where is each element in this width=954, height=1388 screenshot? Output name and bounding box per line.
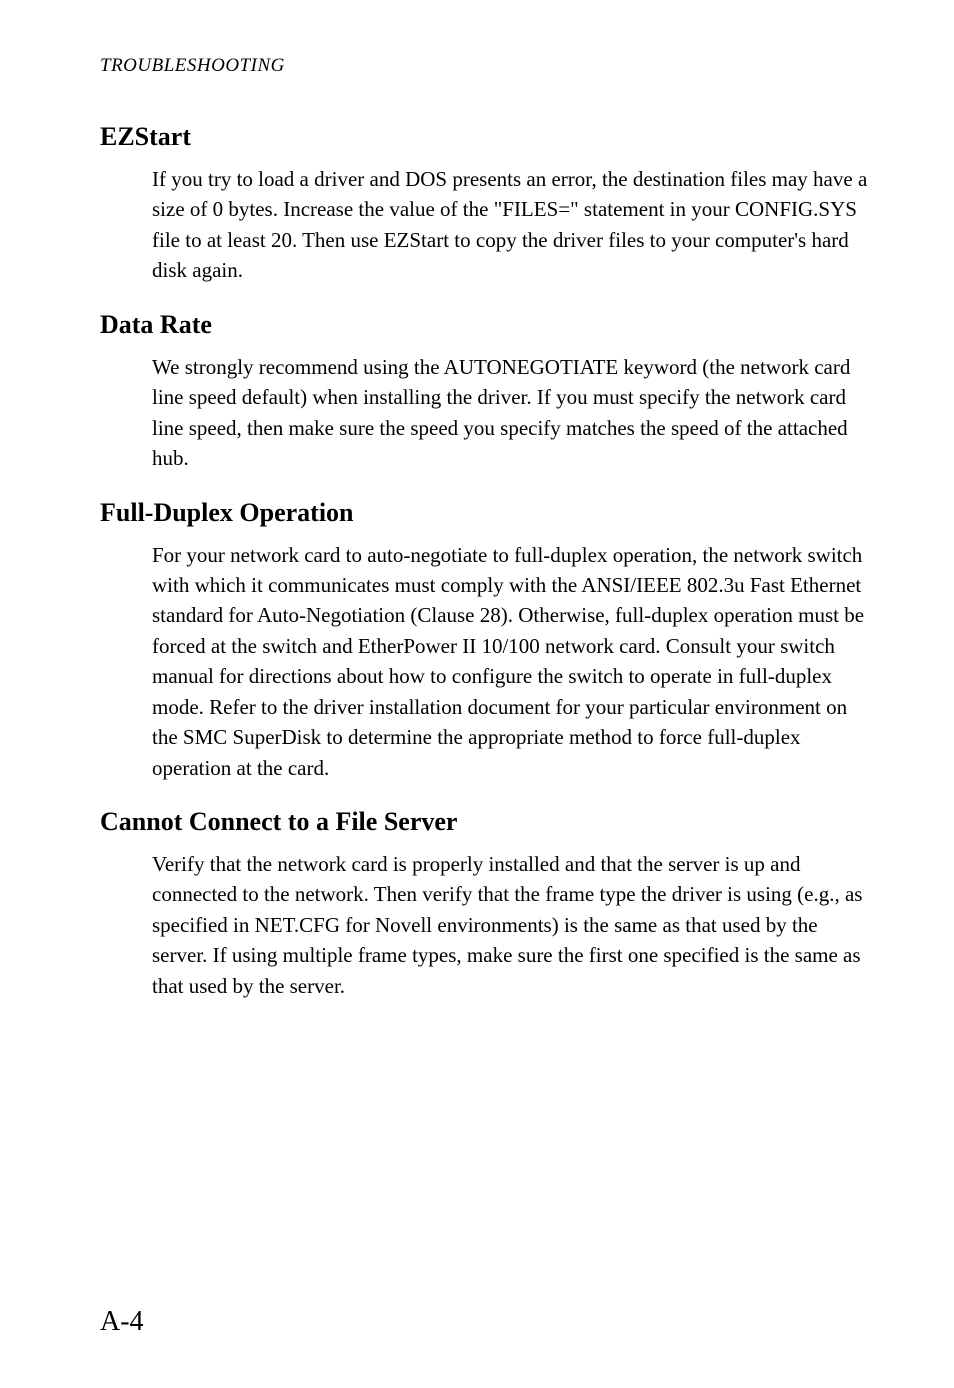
running-header: TROUBLESHOOTING [100, 55, 869, 77]
section-body-ezstart: If you try to load a driver and DOS pres… [152, 164, 869, 286]
section-body-full-duplex: For your network card to auto-negotiate … [152, 540, 869, 784]
section-body-data-rate: We strongly recommend using the AUTONEGO… [152, 352, 869, 474]
page-number: A-4 [100, 1306, 144, 1338]
section-heading-data-rate: Data Rate [100, 310, 869, 340]
section-body-cannot-connect: Verify that the network card is properly… [152, 849, 869, 1001]
section-heading-cannot-connect: Cannot Connect to a File Server [100, 807, 869, 837]
section-heading-ezstart: EZStart [100, 122, 869, 152]
section-heading-full-duplex: Full-Duplex Operation [100, 498, 869, 528]
